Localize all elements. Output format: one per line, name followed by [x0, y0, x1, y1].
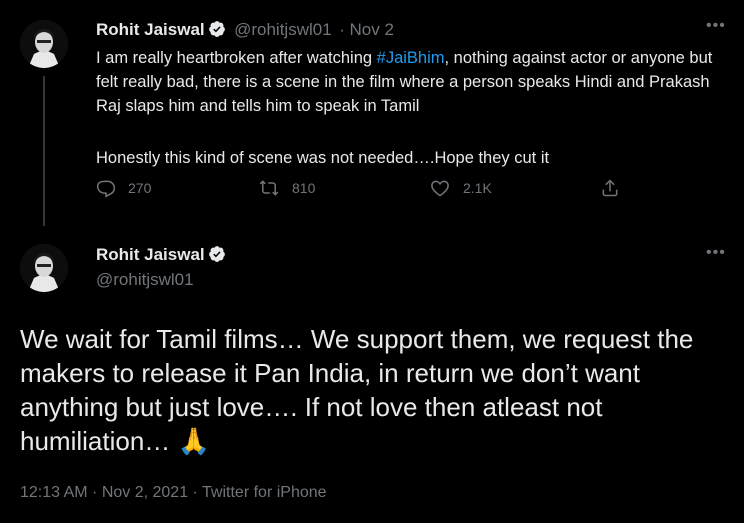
author-handle[interactable]: @rohitjswl01 [234, 20, 332, 39]
reply-button[interactable]: 270 [96, 178, 151, 198]
tweet-text-second: Honestly this kind of scene was not need… [96, 149, 550, 167]
like-count: 2.1K [463, 180, 492, 196]
author-name[interactable]: Rohit Jaiswal [96, 245, 205, 264]
thread-connector [43, 76, 45, 226]
reply-count: 270 [128, 180, 152, 196]
hashtag-link[interactable]: #JaiBhim [377, 49, 445, 67]
reply-icon [96, 180, 116, 198]
retweet-button[interactable]: 810 [258, 178, 315, 198]
share-button[interactable] [600, 177, 620, 199]
tweet-text-part: I am really heartbroken after watching [96, 49, 377, 67]
avatar[interactable] [20, 20, 68, 68]
avatar[interactable] [20, 244, 68, 292]
tweet-body: I am really heartbroken after watching #… [96, 46, 716, 118]
tweet-main-text: We wait for Tamil films… We support them… [20, 324, 694, 456]
tweet-header: Rohit Jaiswal [96, 245, 226, 265]
more-icon[interactable]: ••• [706, 17, 726, 35]
author-name[interactable]: Rohit Jaiswal [96, 20, 205, 39]
retweet-icon [259, 180, 279, 196]
author-handle[interactable]: @rohitjswl01 [96, 270, 194, 290]
verified-icon [208, 21, 225, 37]
retweet-count: 810 [292, 180, 316, 196]
like-icon [431, 180, 449, 197]
more-icon[interactable]: ••• [706, 244, 726, 262]
like-button[interactable]: 2.1K [429, 178, 492, 198]
verified-icon [208, 246, 225, 262]
tweet-date[interactable]: · Nov 2 [339, 20, 394, 39]
share-icon [602, 179, 618, 197]
tweet-timestamp[interactable]: 12:13 AM · Nov 2, 2021 · Twitter for iPh… [20, 484, 327, 502]
tweet-header: Rohit Jaiswal @rohitjswl01 · Nov 2 [96, 20, 394, 40]
